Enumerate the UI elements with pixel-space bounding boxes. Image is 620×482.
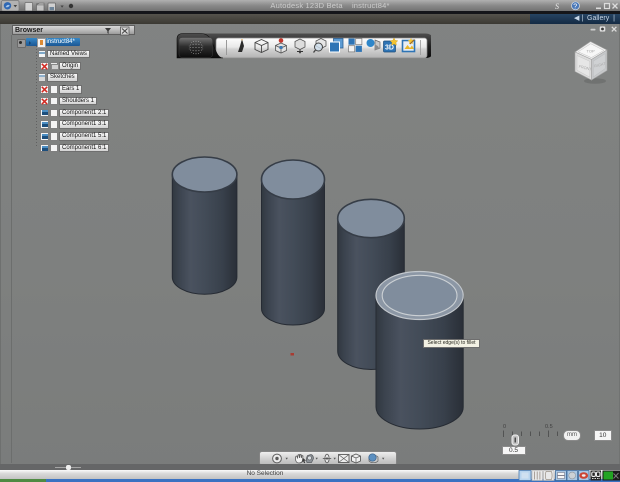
svg-text:TOP: TOP (587, 49, 595, 54)
svg-text:0: 0 (503, 424, 506, 430)
svg-text:3D: 3D (385, 45, 394, 52)
svg-text:S: S (555, 2, 559, 11)
svg-text:?: ? (573, 4, 577, 11)
svg-text:0.5: 0.5 (545, 424, 553, 430)
